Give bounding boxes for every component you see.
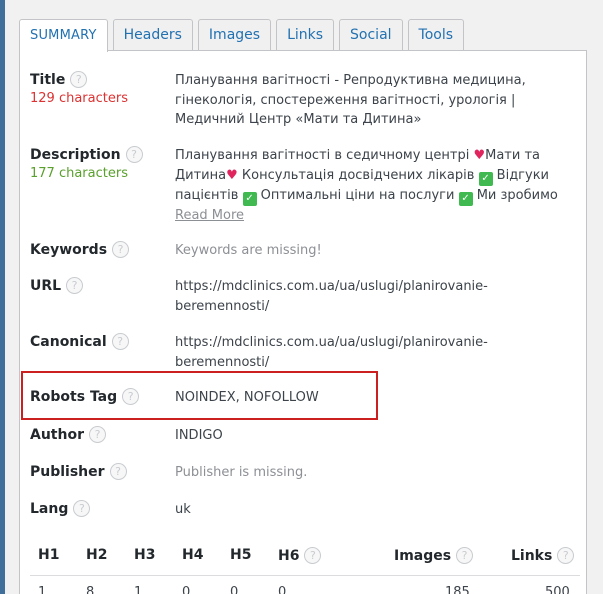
help-icon[interactable]: ? (111, 333, 129, 350)
description-value: Планування вагітності в седичному центрі… (175, 148, 558, 223)
stat-header-h4: H4 (182, 547, 204, 563)
keywords-label: Keywords ? (30, 241, 130, 258)
stat-header-h5: H5 (230, 547, 252, 563)
tab-summary[interactable]: SUMMARY (19, 19, 108, 52)
stat-header-h3: H3 (134, 547, 156, 563)
tab-tools[interactable]: Tools (407, 19, 465, 51)
stat-header-h2: H2 (86, 547, 108, 563)
heart-icon: ♥ (473, 148, 486, 163)
stat-value-h5: 0 (230, 585, 239, 594)
author-row: Author ? INDIGO (30, 426, 580, 450)
publisher-value: Publisher is missing. (175, 465, 308, 480)
description-count: 177 characters (30, 166, 128, 181)
heart-icon: ♥ (226, 167, 238, 183)
stat-value-images: 185 (445, 585, 470, 594)
stat-value-h6: 0 (278, 585, 287, 594)
title-label: Title ? (30, 71, 88, 88)
help-icon[interactable]: ? (66, 277, 84, 294)
url-label: URL ? (30, 277, 84, 294)
check-box-icon: ✓ (242, 191, 257, 206)
stat-header-h6: H6 ? (278, 547, 322, 564)
tab-bar: SUMMARY Headers Images Links Social Tool… (19, 19, 465, 52)
description-row: Description ? 177 characters Планування … (30, 146, 580, 226)
stat-value-links: 500 (545, 585, 570, 594)
summary-panel: Title ? 129 characters Планування вагітн… (19, 50, 587, 594)
canonical-label: Canonical ? (30, 333, 129, 350)
stat-header-images: Images ? (394, 547, 474, 564)
stat-value-h4: 0 (182, 585, 191, 594)
read-more-link[interactable]: Read More (175, 208, 244, 223)
robots-highlight-box (21, 371, 378, 420)
title-row: Title ? 129 characters Планування вагітн… (30, 71, 580, 131)
tab-links[interactable]: Links (276, 19, 335, 51)
check-box-icon: ✓ (478, 171, 493, 186)
help-icon[interactable]: ? (125, 146, 143, 163)
canonical-value: https://mdclinics.com.ua/ua/uslugi/plani… (175, 335, 488, 370)
url-row: URL ? https://mdclinics.com.ua/ua/uslugi… (30, 277, 580, 321)
help-icon[interactable]: ? (304, 547, 322, 564)
publisher-label: Publisher ? (30, 463, 127, 480)
url-value: https://mdclinics.com.ua/ua/uslugi/plani… (175, 279, 488, 314)
help-icon[interactable]: ? (557, 547, 575, 564)
help-icon[interactable]: ? (70, 71, 88, 88)
title-value: Планування вагітності - Репродуктивна ме… (175, 73, 526, 127)
check-box-icon: ✓ (458, 191, 473, 206)
author-value: INDIGO (175, 428, 223, 443)
stat-header-h1: H1 (38, 547, 60, 563)
description-label: Description ? (30, 146, 143, 163)
title-count: 129 characters (30, 91, 128, 106)
tab-headers[interactable]: Headers (112, 19, 193, 51)
stat-value-h2: 8 (86, 585, 95, 594)
left-edge-bar (0, 0, 5, 594)
stats-header: H1 H2 H3 H4 H5 H6 ? Images ? Links ? (30, 547, 580, 571)
lang-label: Lang ? (30, 500, 91, 517)
help-icon[interactable]: ? (112, 241, 130, 258)
help-icon[interactable]: ? (456, 547, 474, 564)
tab-images[interactable]: Images (197, 19, 272, 51)
lang-row: Lang ? uk (30, 500, 580, 524)
stat-value-h1: 1 (38, 585, 47, 594)
help-icon[interactable]: ? (88, 426, 106, 443)
stats-divider (30, 575, 580, 576)
stat-value-h3: 1 (134, 585, 143, 594)
keywords-value: Keywords are missing! (175, 243, 322, 258)
stats-values: 1 8 1 0 0 0 185 500 (30, 585, 580, 594)
publisher-row: Publisher ? Publisher is missing. (30, 463, 580, 487)
lang-value: uk (175, 502, 191, 517)
keywords-row: Keywords ? Keywords are missing! (30, 241, 580, 265)
author-label: Author ? (30, 426, 106, 443)
help-icon[interactable]: ? (109, 463, 127, 480)
tab-social[interactable]: Social (339, 19, 403, 51)
help-icon[interactable]: ? (73, 500, 91, 517)
stat-header-links: Links ? (511, 547, 575, 564)
